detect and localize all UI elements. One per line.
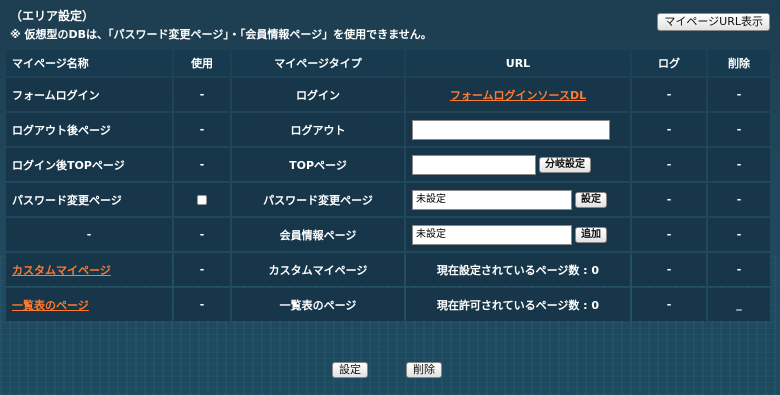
column-header-url: URL xyxy=(406,50,630,76)
row-type: カスタムマイページ xyxy=(232,253,404,286)
area-title: （エリア設定） xyxy=(10,9,95,23)
row-name: ログイン後TOPページ xyxy=(6,148,172,181)
row-log: - xyxy=(632,183,706,216)
footer: 設定 削除 xyxy=(0,362,780,380)
row-name: フォームログイン xyxy=(6,78,172,111)
row-url: 分岐設定 xyxy=(406,148,630,181)
row-delete: _ xyxy=(708,288,770,321)
top-page-url-input[interactable] xyxy=(412,154,536,175)
row-url-page-count: 現在許可されているページ数 : 0 xyxy=(406,288,630,321)
row-url: 未設定 設定 xyxy=(406,183,630,216)
row-url: 未設定 追加 xyxy=(406,218,630,251)
row-url xyxy=(406,113,630,146)
table-header-row: マイページ名称 使用 マイページタイプ URL ログ 削除 xyxy=(6,50,770,76)
row-use: - xyxy=(174,148,230,181)
password-page-settings-button[interactable]: 設定 xyxy=(575,191,607,208)
table-row: パスワード変更ページ パスワード変更ページ 未設定 設定 - - xyxy=(6,183,770,216)
row-log: - xyxy=(632,288,706,321)
row-url-page-count: 現在設定されているページ数 : 0 xyxy=(406,253,630,286)
row-name: 一覧表のページ xyxy=(6,288,172,321)
row-name: ログアウト後ページ xyxy=(6,113,172,146)
custom-mypage-link[interactable]: カスタムマイページ xyxy=(12,264,111,277)
row-type: パスワード変更ページ xyxy=(232,183,404,216)
row-log: - xyxy=(632,148,706,181)
row-log: - xyxy=(632,113,706,146)
row-use xyxy=(174,183,230,216)
row-log: - xyxy=(632,253,706,286)
row-type: ログイン xyxy=(232,78,404,111)
row-type: 会員情報ページ xyxy=(232,218,404,251)
row-use: - xyxy=(174,78,230,111)
delete-button[interactable]: 削除 xyxy=(406,362,442,378)
row-name: カスタムマイページ xyxy=(6,253,172,286)
table-row: 一覧表のページ - 一覧表のページ 現在許可されているページ数 : 0 - _ xyxy=(6,288,770,321)
member-page-add-button[interactable]: 追加 xyxy=(575,226,607,243)
row-delete: - xyxy=(708,218,770,251)
branch-settings-button[interactable]: 分岐設定 xyxy=(539,156,591,173)
form-login-source-download-link[interactable]: フォームログインソースDL xyxy=(450,89,586,102)
row-use: - xyxy=(174,253,230,286)
column-header-use: 使用 xyxy=(174,50,230,76)
row-delete: - xyxy=(708,253,770,286)
table-row: ログアウト後ページ - ログアウト - - xyxy=(6,113,770,146)
row-type: TOPページ xyxy=(232,148,404,181)
header: （エリア設定） ※ 仮想型のDBは、「パスワード変更ページ」・「会員情報ページ」… xyxy=(10,7,770,43)
column-header-name: マイページ名称 xyxy=(6,50,172,76)
column-header-delete: 削除 xyxy=(708,50,770,76)
row-delete: - xyxy=(708,113,770,146)
row-log: - xyxy=(632,78,706,111)
row-name: - xyxy=(6,218,172,251)
table-row: カスタムマイページ - カスタムマイページ 現在設定されているページ数 : 0 … xyxy=(6,253,770,286)
list-page-link[interactable]: 一覧表のページ xyxy=(12,299,89,312)
row-delete: - xyxy=(708,78,770,111)
row-use: - xyxy=(174,288,230,321)
column-header-log: ログ xyxy=(632,50,706,76)
table-row: ログイン後TOPページ - TOPページ 分岐設定 - - xyxy=(6,148,770,181)
logout-url-input[interactable] xyxy=(412,119,610,140)
password-change-url-input[interactable]: 未設定 xyxy=(412,189,572,210)
member-info-url-input[interactable]: 未設定 xyxy=(412,224,572,245)
row-url: フォームログインソースDL xyxy=(406,78,630,111)
row-delete: - xyxy=(708,183,770,216)
row-use: - xyxy=(174,218,230,251)
row-type: 一覧表のページ xyxy=(232,288,404,321)
row-use: - xyxy=(174,113,230,146)
row-delete: - xyxy=(708,148,770,181)
mypage-url-display-button[interactable]: マイページURL表示 xyxy=(657,13,770,31)
row-name: パスワード変更ページ xyxy=(6,183,172,216)
save-button[interactable]: 設定 xyxy=(332,362,368,378)
notice-text: ※ 仮想型のDBは、「パスワード変更ページ」・「会員情報ページ」を使用できません… xyxy=(10,28,432,41)
table-row: フォームログイン - ログイン フォームログインソースDL - - xyxy=(6,78,770,111)
table-row: - - 会員情報ページ 未設定 追加 - - xyxy=(6,218,770,251)
row-type: ログアウト xyxy=(232,113,404,146)
row-log: - xyxy=(632,218,706,251)
mypage-table: マイページ名称 使用 マイページタイプ URL ログ 削除 フォームログイン -… xyxy=(4,48,772,323)
use-checkbox[interactable] xyxy=(197,195,207,205)
column-header-type: マイページタイプ xyxy=(232,50,404,76)
